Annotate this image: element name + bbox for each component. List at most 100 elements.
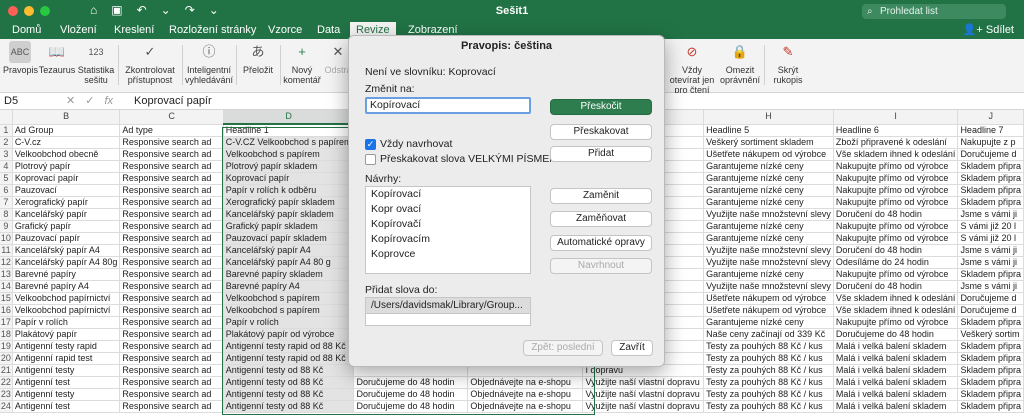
row-header[interactable]: 16 — [0, 304, 13, 317]
function-icon[interactable]: fx — [104, 93, 113, 109]
cell[interactable]: Antigenní testy od 88 Kč — [223, 388, 355, 401]
cell[interactable]: Pauzovací papír — [12, 232, 121, 245]
cell[interactable]: Malá i velká balení skladem — [833, 364, 959, 377]
smart-lookup-button[interactable]: ⓘ Inteligentní vyhledávání — [184, 41, 234, 85]
cell[interactable]: Papír v rolích — [223, 316, 355, 329]
cell[interactable]: Antigenní testy rapid od 88 Kč — [223, 352, 355, 365]
suggestion-item[interactable]: Kopr ovací — [366, 202, 530, 217]
change-button[interactable]: Zaměnit — [550, 188, 652, 204]
change-all-button[interactable]: Zaměňovat — [550, 211, 652, 227]
cell[interactable]: Koprovací papír — [223, 172, 355, 185]
cell[interactable]: Pauzovací — [12, 184, 121, 197]
cell[interactable]: Nakupujte přímo od výrobce — [833, 268, 959, 281]
tab-home[interactable]: Domů — [6, 22, 47, 39]
cell[interactable]: Garantujeme nízké ceny — [703, 160, 834, 173]
cell[interactable]: Responsive search ad — [119, 268, 224, 281]
cell[interactable]: Kancelářský papír A4 80 g — [223, 256, 355, 269]
cell[interactable]: Doručujeme d — [957, 304, 1024, 317]
cell[interactable]: Vše skladem ihned k odeslání — [833, 148, 959, 161]
column-header[interactable]: B — [12, 110, 121, 125]
name-box[interactable]: D5 — [4, 93, 56, 109]
cell[interactable]: Doručujeme do 48 hodin — [353, 376, 469, 389]
cell[interactable]: Skladem připra — [957, 268, 1024, 281]
cell[interactable]: Responsive search ad — [119, 316, 224, 329]
cell[interactable]: S vámi již 20 l — [957, 220, 1024, 233]
cell[interactable]: Responsive search ad — [119, 388, 224, 401]
cell[interactable]: Ad type — [119, 124, 224, 137]
cell[interactable]: Velkoobchod s papírem — [223, 292, 355, 305]
tab-formulas[interactable]: Vzorce — [262, 22, 308, 39]
cell[interactable]: Jsme s vámi ji — [957, 280, 1024, 293]
row-header[interactable]: 4 — [0, 160, 13, 173]
new-comment-button[interactable]: + Nový komentář — [282, 41, 322, 85]
row-header[interactable]: 1 — [0, 124, 13, 137]
cell[interactable]: Objednávejte na e-shopu — [467, 376, 584, 389]
cell[interactable]: Využijte naše množstevní slevy — [703, 280, 834, 293]
cell[interactable]: Garantujeme nízké ceny — [703, 268, 834, 281]
cell[interactable]: Responsive search ad — [119, 184, 224, 197]
cell[interactable]: Velkoobchod s papírem — [223, 304, 355, 317]
cell[interactable]: Nakupujte přímo od výrobce — [833, 172, 959, 185]
cell[interactable]: Responsive search ad — [119, 232, 224, 245]
row-header[interactable]: 18 — [0, 328, 13, 341]
cell[interactable]: Nakupujte přímo od výrobce — [833, 160, 959, 173]
cell[interactable]: Nakupujte přímo od výrobce — [833, 184, 959, 197]
column-header[interactable]: C — [119, 110, 224, 125]
cell[interactable]: Využijte naše množstevní slevy — [703, 244, 834, 257]
share-button[interactable]: 👤+ Sdílet — [963, 22, 1014, 39]
cell[interactable]: Testy za pouhých 88 Kč / kus — [703, 400, 834, 413]
cell[interactable]: Jsme s vámi ji — [957, 244, 1024, 257]
cell[interactable]: Doručujeme d — [957, 148, 1024, 161]
cell[interactable]: Kancelářský papír — [12, 208, 121, 221]
cell[interactable]: Skladem připra — [957, 340, 1024, 353]
column-header[interactable]: I — [833, 110, 959, 125]
cell[interactable]: Doručení do 48 hodin — [833, 208, 959, 221]
cell[interactable]: Responsive search ad — [119, 340, 224, 353]
cell[interactable]: Malá i velká balení skladem — [833, 400, 959, 413]
cell[interactable]: Antigenní rapid test — [12, 352, 121, 365]
cell[interactable]: Využijte naší vlastní dopravu — [582, 376, 705, 389]
cell[interactable]: Garantujeme nízké ceny — [703, 316, 834, 329]
cell[interactable]: Garantujeme nízké ceny — [703, 232, 834, 245]
cell[interactable]: Ad Group — [12, 124, 121, 137]
cell[interactable]: Antigenní testy — [12, 364, 121, 377]
cell[interactable]: Koprovací papír — [12, 172, 121, 185]
cell[interactable]: Doručujeme do 48 hodin — [833, 328, 959, 341]
cancel-icon[interactable]: ✕ — [66, 93, 75, 109]
cell[interactable]: Nakupujte přímo od výrobce — [833, 196, 959, 209]
cell[interactable]: Skladem připra — [957, 388, 1024, 401]
cell[interactable]: Vše skladem ihned k odeslání — [833, 304, 959, 317]
suggestion-item[interactable]: Kopírovačí — [366, 217, 530, 232]
cell[interactable]: Naše ceny začínají od 339 Kč — [703, 328, 834, 341]
cell[interactable]: Responsive search ad — [119, 376, 224, 389]
cell[interactable]: Papír v rolích — [12, 316, 121, 329]
ignore-button[interactable]: Přeskočit — [550, 99, 652, 115]
cell[interactable]: Skladem připra — [957, 172, 1024, 185]
cell[interactable]: Garantujeme nízké ceny — [703, 172, 834, 185]
add-words-to-select[interactable]: /Users/davidsmak/Library/Group... — [365, 297, 531, 314]
cell[interactable]: Antigenní testy od 88 Kč — [223, 364, 355, 377]
cell[interactable]: Plotrový papír — [12, 160, 121, 173]
cell[interactable]: Testy za pouhých 88 Kč / kus — [703, 376, 834, 389]
cell[interactable]: Barevné papíry A4 — [223, 280, 355, 293]
cell[interactable]: Kancelářský papír A4 — [223, 244, 355, 257]
cell[interactable]: Doručení do 48 hodin — [833, 280, 959, 293]
cell[interactable]: Velkoobchod s papírem — [223, 148, 355, 161]
row-header[interactable]: 3 — [0, 148, 13, 161]
column-header[interactable]: D — [223, 110, 355, 125]
cell[interactable]: Responsive search ad — [119, 160, 224, 173]
cell[interactable]: Antigenní test — [12, 400, 121, 413]
row-header[interactable]: 7 — [0, 196, 13, 209]
cell[interactable]: Využijte naše množstevní slevy — [703, 208, 834, 221]
cell[interactable]: Responsive search ad — [119, 136, 224, 149]
row-header[interactable]: 5 — [0, 172, 13, 185]
row-header[interactable]: 9 — [0, 220, 13, 233]
cell[interactable]: Malá i velká balení skladem — [833, 376, 959, 389]
ignore-all-button[interactable]: Přeskakovat — [550, 124, 652, 140]
row-header[interactable]: 14 — [0, 280, 13, 293]
cell[interactable]: Antigenní test — [12, 376, 121, 389]
cell[interactable]: Antigenní testy od 88 Kč — [223, 376, 355, 389]
cell[interactable]: Skladem připra — [957, 316, 1024, 329]
suggestion-item[interactable]: Kopírovacím — [366, 232, 530, 247]
cell[interactable]: Nakupujte přímo od výrobce — [833, 232, 959, 245]
